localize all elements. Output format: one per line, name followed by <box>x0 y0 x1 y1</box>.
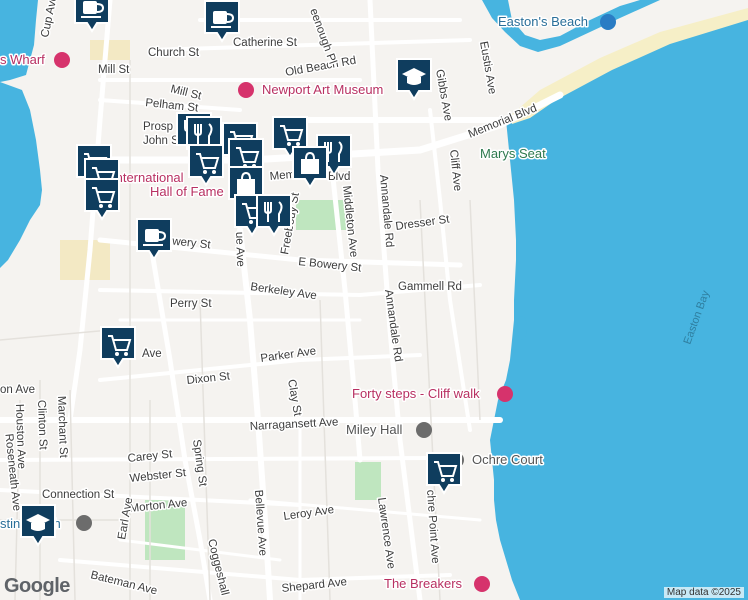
hall-of-fame-label-1: International <box>112 170 184 185</box>
hall-of-fame-label-2: Hall of Fame <box>150 184 224 199</box>
street-mill-1: Mill St <box>98 64 130 76</box>
google-logo: Google <box>4 575 70 597</box>
marys-seat-label: Marys Seat <box>480 146 546 161</box>
street-catherine: Catherine St <box>233 37 298 49</box>
shopping-cart-marker[interactable] <box>84 178 120 220</box>
street-spring: Spring St <box>190 439 209 488</box>
eastons-beach-label: Easton's Beach <box>498 14 588 29</box>
street-memorial-2: Mem <box>269 169 296 183</box>
shopping-cart-marker[interactable] <box>426 452 462 494</box>
wharf-label: s Wharf <box>0 52 45 67</box>
park-5 <box>90 40 130 60</box>
street-dixon: Dixon St <box>186 370 231 387</box>
street-greenough: eenough Pl <box>307 7 338 66</box>
street-gibbs: Gibbs Ave <box>433 68 454 122</box>
street-lawrence: Lawrence Ave <box>375 497 397 570</box>
street-marchant: Marchant St <box>55 396 69 459</box>
wharf-icon <box>54 52 70 68</box>
forty-steps-label: Forty steps - Cliff walk <box>352 386 480 401</box>
shopping-cart-marker[interactable] <box>188 144 224 186</box>
shopping-bag-marker[interactable] <box>292 146 328 188</box>
street-eustis: Eustis Ave <box>477 40 498 95</box>
street-webster: Webster St <box>129 467 187 485</box>
street-memorial-3: Blvd <box>328 171 350 183</box>
street-connection: Connection St <box>42 489 115 501</box>
street-clinton: Clinton St <box>35 400 49 451</box>
coffee-marker[interactable] <box>74 0 110 32</box>
street-berkeley: Berkeley Ave <box>250 281 318 302</box>
street-ochre-point: chre Point Ave <box>424 489 441 564</box>
newport-art-museum-icon <box>238 82 254 98</box>
street-perry: Perry St <box>170 298 212 310</box>
street-john: John S <box>143 135 179 147</box>
park-2 <box>355 462 381 500</box>
small-pond <box>517 316 527 340</box>
church-icon <box>76 515 92 531</box>
miley-hall-icon <box>416 422 432 438</box>
street-ave-frag: Ave <box>142 348 162 360</box>
street-e-bowery: E Bowery St <box>298 256 363 275</box>
newport-art-museum-label: Newport Art Museum <box>262 82 383 97</box>
forty-steps-icon <box>497 386 513 402</box>
street-bateman: Bateman Ave <box>89 569 158 597</box>
street-prospect: Prosp <box>143 121 173 133</box>
street-clay: Clay St <box>285 378 303 417</box>
school-marker[interactable] <box>396 58 432 100</box>
street-on-ave: on Ave <box>0 384 35 396</box>
street-gammell: Gammell Rd <box>398 281 462 293</box>
eastons-beach-icon <box>600 14 616 30</box>
street-annandale-2: Annandale Rd <box>382 289 404 363</box>
street-old-beach: Old Beach Rd <box>284 55 357 79</box>
street-church: Church St <box>148 47 200 59</box>
map-canvas[interactable]: Church St Catherine St Old Beach Rd Mill… <box>0 0 748 600</box>
the-breakers-icon <box>474 576 490 592</box>
street-cliff: Cliff Ave <box>447 149 463 192</box>
street-ue-ave: ue Ave <box>233 232 246 267</box>
street-earl: Earl Ave <box>116 496 135 540</box>
ochre-court-label: Ochre Court <box>472 452 543 467</box>
coffee-marker[interactable] <box>204 0 240 42</box>
miley-hall-label: Miley Hall <box>346 422 402 437</box>
the-breakers-label: The Breakers <box>384 576 463 591</box>
narragansett-bay-water <box>0 0 42 268</box>
street-carey: Carey St <box>127 448 174 465</box>
street-cup-ave: Cup Ave <box>39 0 60 39</box>
school-marker[interactable] <box>20 504 56 546</box>
park-4 <box>60 240 110 280</box>
map-attribution[interactable]: Map data ©2025 <box>663 587 744 598</box>
coffee-marker[interactable] <box>136 218 172 260</box>
